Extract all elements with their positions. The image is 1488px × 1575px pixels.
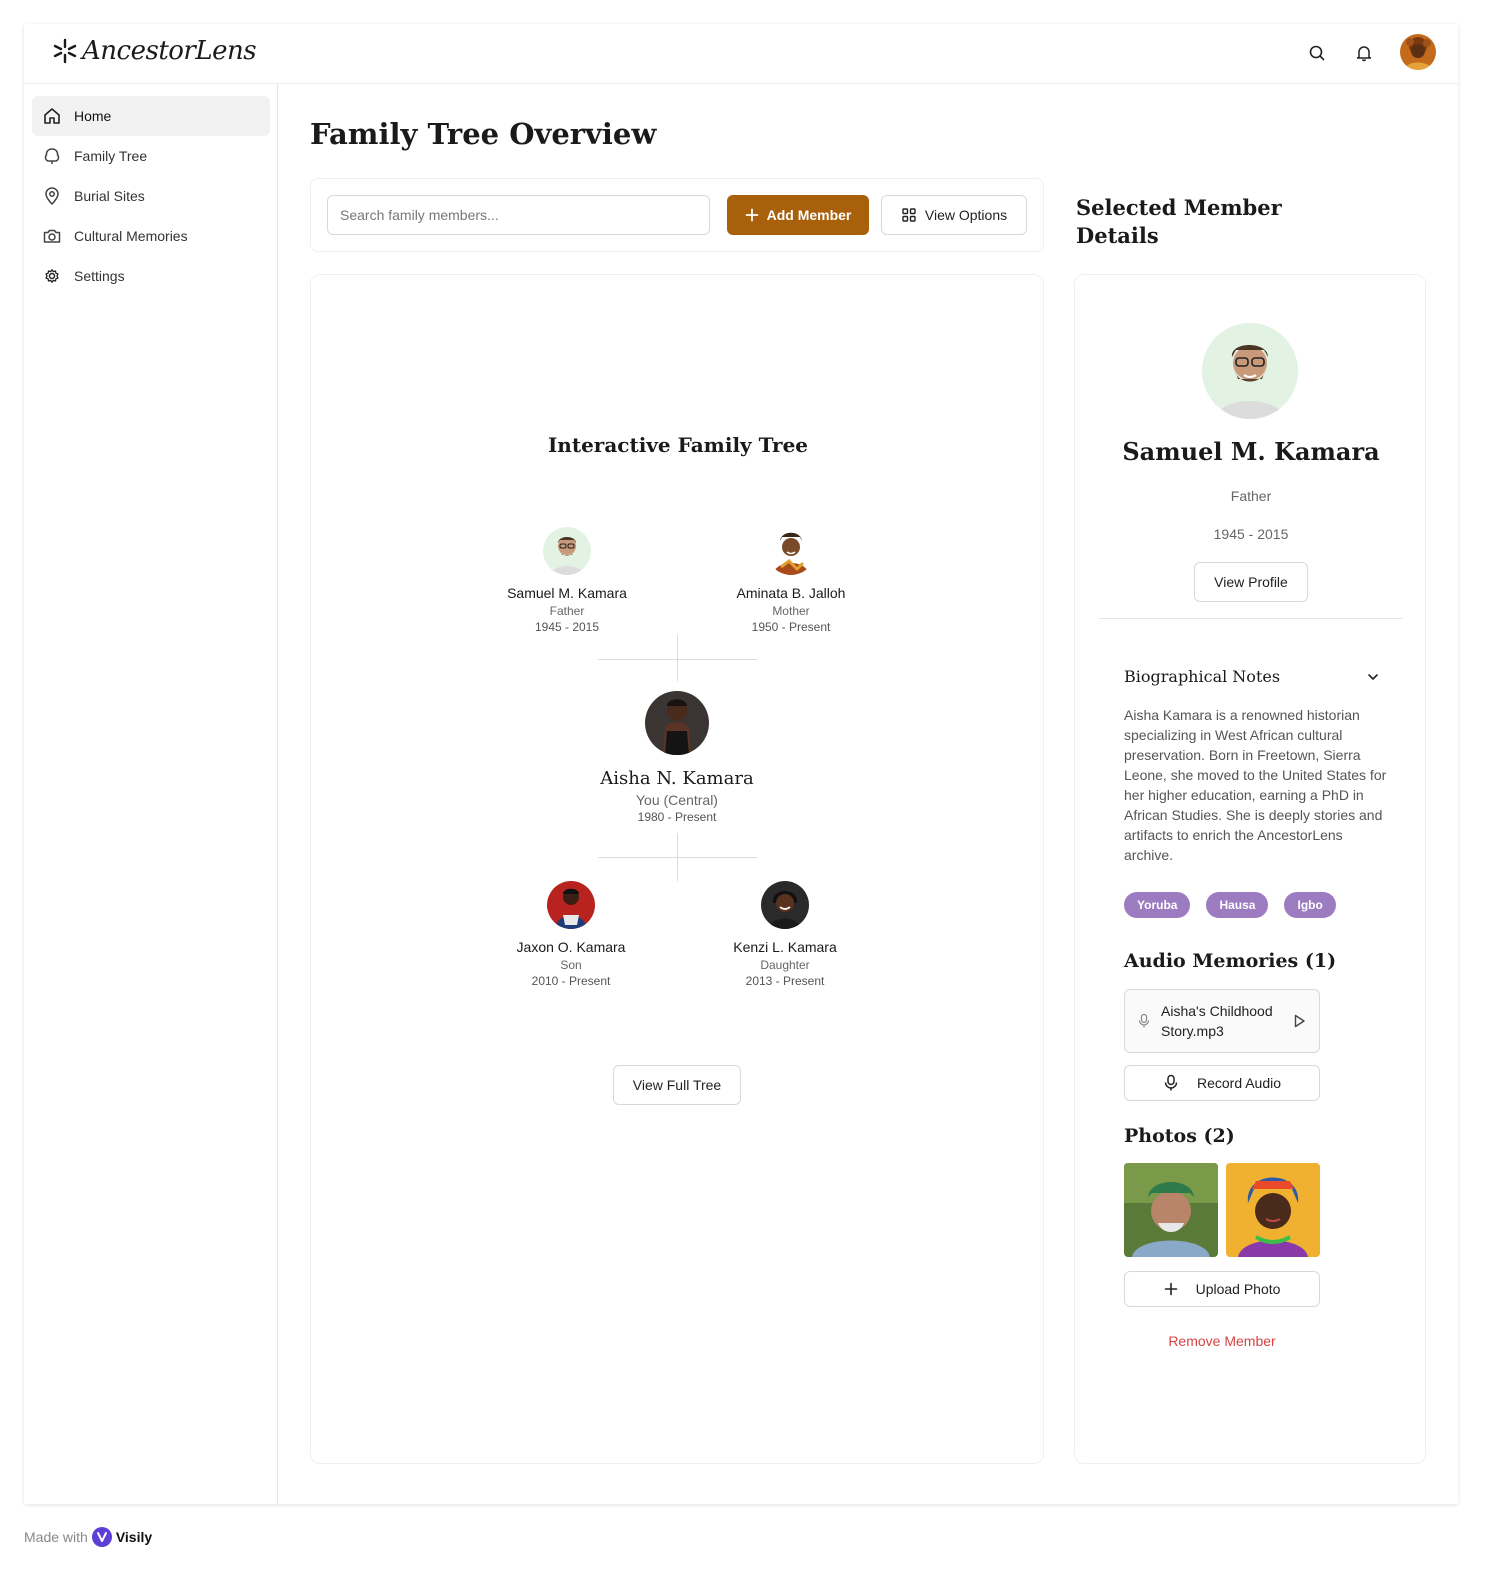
person-role: You (Central)	[636, 792, 718, 808]
plus-icon	[745, 208, 758, 222]
culture-tags: Yoruba Hausa Igbo	[1124, 892, 1336, 918]
person-role: Father	[549, 604, 585, 618]
person-years: 1980 - Present	[637, 810, 717, 824]
logo-icon	[53, 38, 77, 64]
audio-memories-title: Audio Memories (1)	[1124, 950, 1337, 972]
record-audio-label: Record Audio	[1196, 1075, 1282, 1091]
audio-file-item[interactable]: Aisha's Childhood Story.mp3	[1124, 989, 1320, 1053]
details-heading: Selected Member Details	[1076, 195, 1282, 248]
upload-photo-button[interactable]: Upload Photo	[1124, 1271, 1320, 1307]
add-member-button[interactable]: Add Member	[727, 195, 869, 235]
person-years: 2010 - Present	[531, 974, 611, 988]
view-options-button[interactable]: View Options	[881, 195, 1027, 235]
search-icon[interactable]	[1304, 40, 1330, 66]
bio-title: Biographical Notes	[1124, 667, 1281, 686]
family-tree-card: Interactive Family Tree Samuel M. Kamara…	[310, 274, 1044, 1464]
made-with-text: Made with	[24, 1529, 88, 1545]
sidebar-item-family-tree[interactable]: Family Tree	[32, 136, 270, 176]
person-name: Kenzi L. Kamara	[733, 939, 837, 955]
top-bar: AncestorLens	[24, 24, 1458, 84]
app-window: AncestorLens Home Family Tree Burial Sit…	[24, 24, 1458, 1504]
member-photo	[1202, 323, 1298, 419]
tree-node-mother[interactable]: Aminata B. Jalloh Mother 1950 - Present	[691, 527, 891, 634]
person-years: 2013 - Present	[745, 974, 825, 988]
person-name: Aisha N. Kamara	[600, 768, 754, 789]
bio-accordion-header[interactable]: Biographical Notes	[1124, 667, 1380, 686]
person-photo	[547, 881, 595, 929]
bio-text: Aisha Kamara is a renowned historian spe…	[1124, 707, 1387, 863]
logo-text: AncestorLens	[82, 36, 257, 66]
grid-icon	[902, 208, 916, 222]
person-name: Samuel M. Kamara	[507, 585, 627, 601]
photo-thumbnail[interactable]	[1226, 1163, 1320, 1257]
home-icon	[44, 108, 60, 124]
tree-node-central[interactable]: Aisha N. Kamara You (Central) 1980 - Pre…	[567, 691, 787, 824]
camera-icon	[43, 229, 61, 243]
microphone-icon	[1164, 1074, 1178, 1091]
tree-connector	[677, 635, 678, 681]
search-input[interactable]	[327, 195, 710, 235]
sidebar-item-home[interactable]: Home	[32, 96, 270, 136]
user-avatar[interactable]	[1400, 34, 1436, 70]
made-with-brand: Visily	[115, 1529, 153, 1545]
sidebar-item-burial-sites[interactable]: Burial Sites	[32, 176, 270, 216]
tree-node-father[interactable]: Samuel M. Kamara Father 1945 - 2015	[467, 527, 667, 634]
sidebar-item-label: Family Tree	[74, 148, 148, 164]
photo-thumbnail[interactable]	[1124, 1163, 1218, 1257]
tree-icon	[44, 148, 60, 164]
made-with-badge[interactable]: Made with Visily	[24, 1527, 152, 1547]
person-years: 1945 - 2015	[534, 620, 600, 634]
tree-node-son[interactable]: Jaxon O. Kamara Son 2010 - Present	[471, 881, 671, 988]
gear-icon	[45, 269, 59, 283]
person-role: Daughter	[760, 958, 810, 972]
visily-logo-icon	[91, 1527, 112, 1547]
member-years: 1945 - 2015	[1213, 526, 1289, 542]
tree-connector	[598, 659, 757, 660]
logo[interactable]: AncestorLens	[52, 36, 257, 66]
sidebar-item-cultural-memories[interactable]: Cultural Memories	[32, 216, 270, 256]
toolbar: Add Member View Options	[310, 178, 1044, 252]
play-icon[interactable]	[1291, 1013, 1307, 1029]
photos-title: Photos (2)	[1124, 1125, 1235, 1147]
add-member-label: Add Member	[766, 207, 852, 223]
upload-photo-label: Upload Photo	[1195, 1281, 1281, 1297]
tag-yoruba[interactable]: Yoruba	[1124, 892, 1191, 918]
tag-hausa[interactable]: Hausa	[1206, 892, 1269, 918]
microphone-icon	[1138, 1013, 1150, 1028]
tree-title: Interactive Family Tree	[547, 433, 809, 457]
person-name: Jaxon O. Kamara	[516, 939, 626, 955]
member-name: Samuel M. Kamara	[1122, 437, 1380, 466]
person-role: Son	[560, 958, 582, 972]
tree-node-daughter[interactable]: Kenzi L. Kamara Daughter 2013 - Present	[685, 881, 885, 988]
member-role: Father	[1230, 488, 1272, 504]
person-photo	[543, 527, 591, 575]
audio-file-name: Aisha's Childhood Story.mp3	[1161, 1003, 1273, 1039]
sidebar-item-label: Burial Sites	[74, 188, 145, 204]
remove-member-link[interactable]: Remove Member	[1124, 1333, 1320, 1349]
view-profile-button[interactable]: View Profile	[1194, 562, 1308, 602]
view-options-label: View Options	[924, 207, 1008, 223]
chevron-down-icon[interactable]	[1366, 670, 1380, 684]
person-years: 1950 - Present	[751, 620, 831, 634]
tree-connector	[598, 857, 757, 858]
sidebar-item-settings[interactable]: Settings	[32, 256, 270, 296]
sidebar-item-label: Settings	[74, 268, 125, 284]
person-photo	[761, 881, 809, 929]
tag-igbo[interactable]: Igbo	[1284, 892, 1336, 918]
person-role: Mother	[772, 604, 810, 618]
sidebar-item-label: Cultural Memories	[74, 228, 188, 244]
sidebar-item-label: Home	[74, 108, 112, 124]
person-photo	[645, 691, 709, 755]
person-photo	[767, 527, 815, 575]
plus-icon	[1164, 1282, 1177, 1296]
record-audio-button[interactable]: Record Audio	[1124, 1065, 1320, 1101]
page-title: Family Tree Overview	[310, 117, 657, 151]
person-name: Aminata B. Jalloh	[736, 585, 846, 601]
sidebar: Home Family Tree Burial Sites Cultural M…	[24, 84, 278, 1504]
bell-icon[interactable]	[1351, 40, 1377, 66]
divider	[1099, 618, 1403, 619]
view-full-tree-button[interactable]: View Full Tree	[613, 1065, 741, 1105]
map-pin-icon	[45, 187, 59, 206]
member-details-card: Samuel M. Kamara Father 1945 - 2015 View…	[1074, 274, 1426, 1464]
